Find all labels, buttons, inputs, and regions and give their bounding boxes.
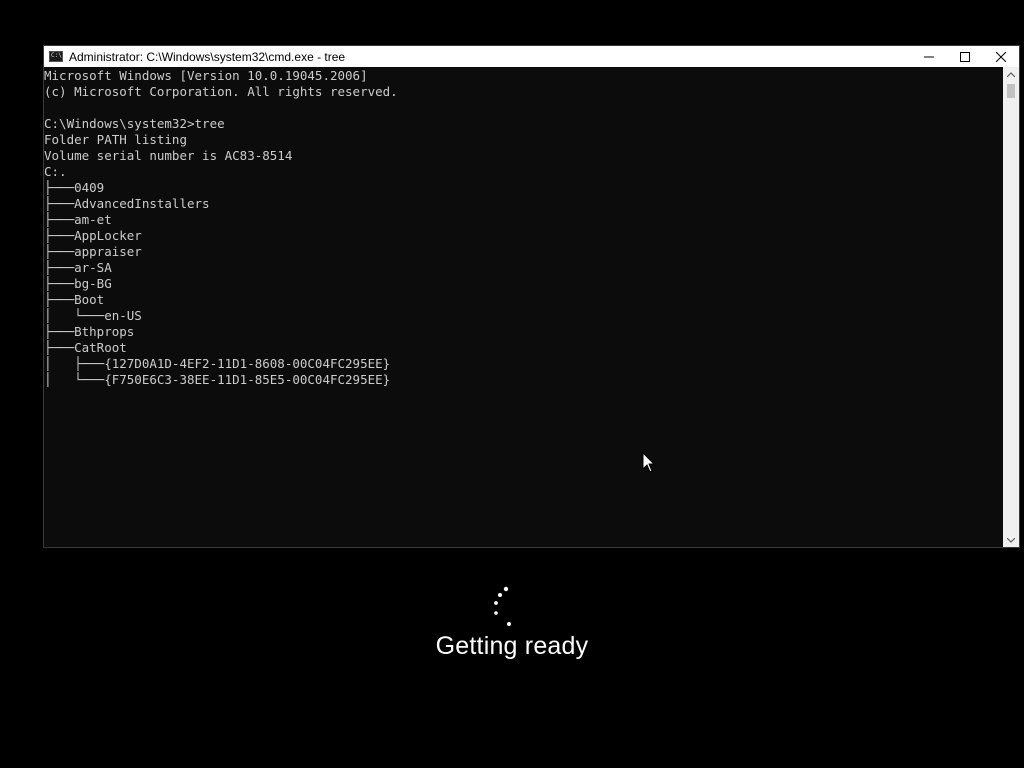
scroll-down-button[interactable] — [1003, 533, 1019, 547]
console-line: ├───0409 — [44, 180, 105, 195]
console-line: ├───AppLocker — [44, 228, 142, 243]
window-title: Administrator: C:\Windows\system32\cmd.e… — [69, 49, 346, 64]
console-line: │ └───en-US — [44, 308, 142, 323]
minimize-button[interactable] — [911, 46, 947, 67]
console-output[interactable]: Microsoft Windows [Version 10.0.19045.20… — [44, 67, 1004, 547]
console-line: C:\Windows\system32>tree — [44, 116, 225, 131]
mouse-cursor-icon — [642, 452, 656, 473]
console-line: Folder PATH listing — [44, 132, 187, 147]
status-text: Getting ready — [435, 632, 589, 660]
close-icon — [996, 51, 1006, 62]
console-line: ├───Bthprops — [44, 324, 135, 339]
window-controls — [911, 46, 1019, 67]
console-line: ├───CatRoot — [44, 340, 127, 355]
chevron-up-icon — [1007, 71, 1015, 77]
scrollbar-thumb[interactable] — [1007, 84, 1015, 98]
vertical-scrollbar[interactable] — [1003, 67, 1019, 547]
close-button[interactable] — [983, 46, 1019, 67]
console-line: ├───Boot — [44, 292, 105, 307]
console-line: Microsoft Windows [Version 10.0.19045.20… — [44, 68, 368, 83]
console-line: ├───appraiser — [44, 244, 142, 259]
cmd-icon: C:\ — [49, 51, 63, 62]
scroll-up-button[interactable] — [1003, 67, 1019, 81]
console-line: │ └───{F750E6C3-38EE-11D1-85E5-00C04FC29… — [44, 372, 391, 387]
console-line: ├───AdvancedInstallers — [44, 196, 210, 211]
console-line: C:. — [44, 164, 67, 179]
console-line: ├───am-et — [44, 212, 112, 227]
console-line: ├───bg-BG — [44, 276, 112, 291]
minimize-icon — [924, 56, 934, 57]
loading-spinner-icon — [494, 586, 511, 626]
console-line: ├───ar-SA — [44, 260, 112, 275]
console-line: Volume serial number is AC83-8514 — [44, 148, 293, 163]
console-line: │ ├───{127D0A1D-4EF2-11D1-8608-00C04FC29… — [44, 356, 391, 371]
chevron-down-icon — [1007, 537, 1015, 543]
maximize-button[interactable] — [947, 46, 983, 67]
maximize-icon — [960, 51, 970, 62]
title-bar[interactable]: C:\ Administrator: C:\Windows\system32\c… — [44, 46, 1019, 67]
console-line: (c) Microsoft Corporation. All rights re… — [44, 84, 398, 99]
cmd-window[interactable]: C:\ Administrator: C:\Windows\system32\c… — [43, 45, 1020, 548]
